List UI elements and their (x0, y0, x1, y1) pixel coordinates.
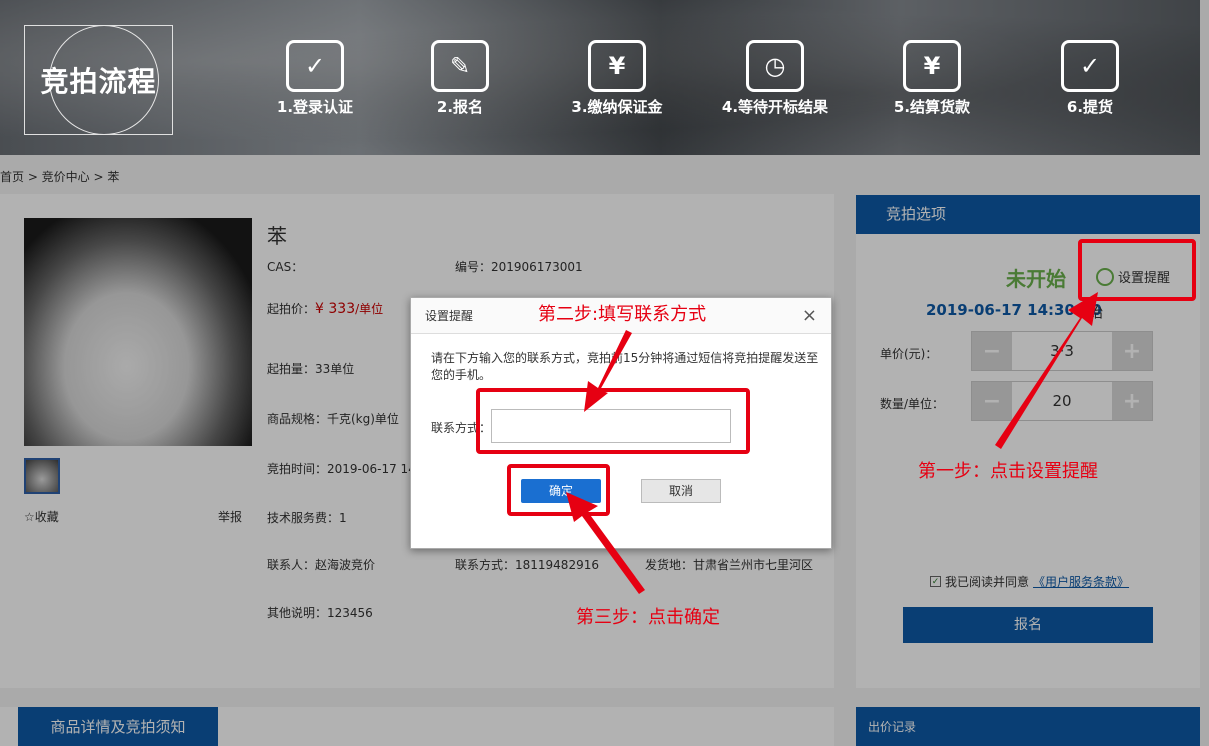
step-settle: ¥ 5.结算货款 (872, 40, 992, 117)
bag-check-icon: ✓ (1061, 40, 1119, 92)
flow-title: 竞拍流程 (40, 65, 157, 98)
arrow-step3 (566, 492, 645, 594)
clipboard-yuan-icon: ¥ (903, 40, 961, 92)
user-check-icon: ✓ (286, 40, 344, 92)
step-register: ✎ 2.报名 (400, 40, 520, 117)
form-pen-icon: ✎ (431, 40, 489, 92)
annotation-step2: 第二步:填写联系方式 (538, 304, 707, 325)
step-pickup: ✓ 6.提货 (1030, 40, 1150, 117)
step-wait-result: ◷ 4.等待开标结果 (715, 40, 835, 117)
step-deposit: ¥ 3.缴纳保证金 (557, 40, 677, 117)
arrow-step1 (995, 292, 1098, 449)
annotation-step3: 第三步：点击确定 (576, 607, 720, 628)
calendar-clock-icon: ◷ (746, 40, 804, 92)
flow-title-box: 竞拍流程 (24, 25, 173, 135)
step-login: ✓ 1.登录认证 (255, 40, 375, 117)
card-yuan-icon: ¥ (588, 40, 646, 92)
arrow-step2 (584, 330, 632, 412)
annotation-step1: 第一步：点击设置提醒 (918, 461, 1098, 482)
